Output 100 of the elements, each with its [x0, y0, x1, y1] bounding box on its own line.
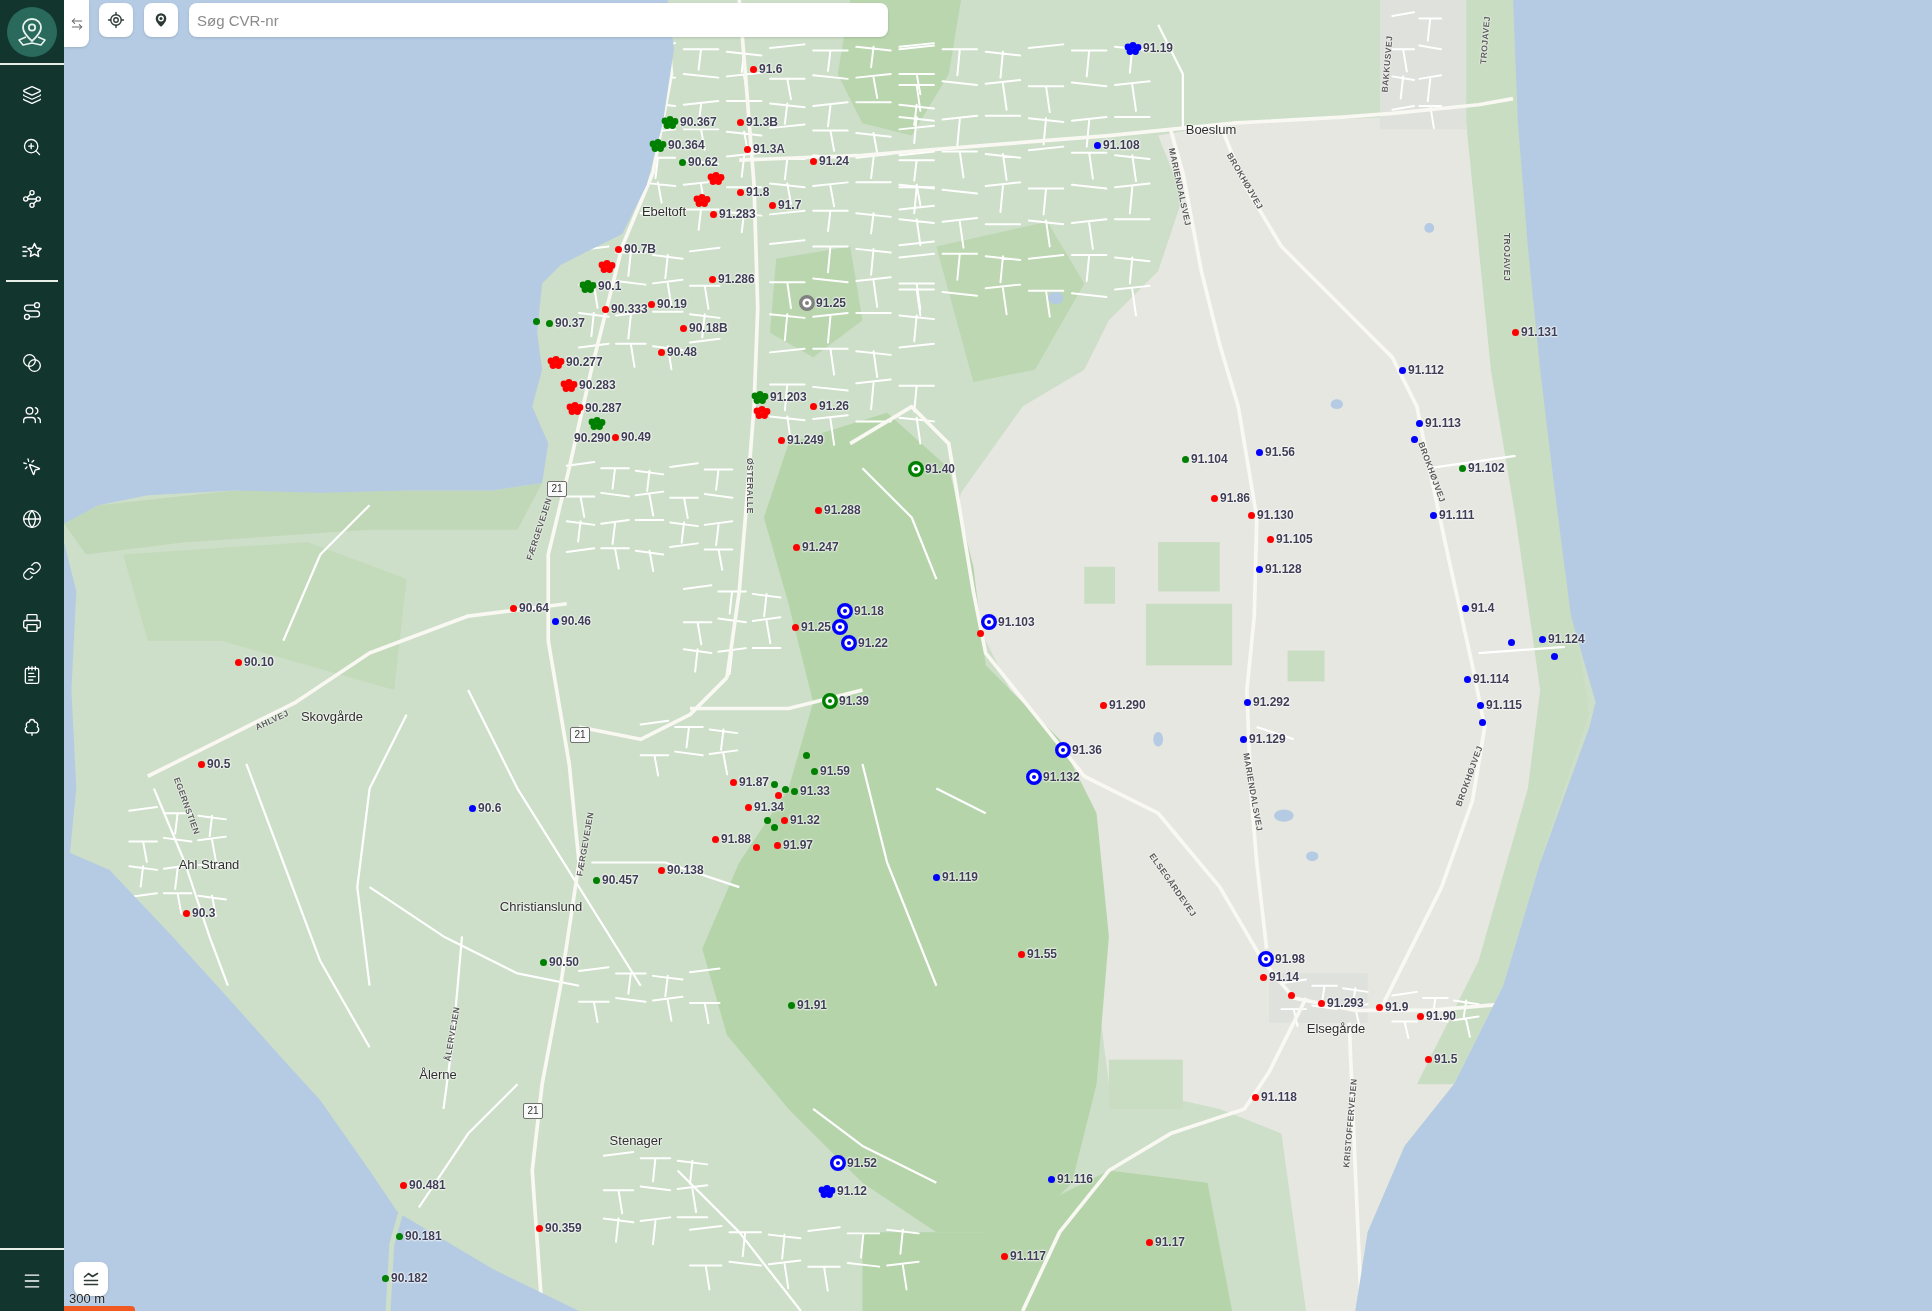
map-dot-icon[interactable] [1145, 1238, 1153, 1246]
map-dot-icon[interactable] [780, 816, 788, 824]
map-dot-icon[interactable] [770, 780, 778, 788]
map-dot-icon[interactable] [545, 319, 553, 327]
map-dot-icon[interactable] [1398, 366, 1406, 374]
map-dot-icon[interactable] [657, 866, 665, 874]
map-dot-icon[interactable] [539, 958, 547, 966]
map-dot-icon[interactable] [1415, 419, 1423, 427]
dot-cluster-icon[interactable] [693, 193, 711, 207]
map-dot-icon[interactable] [1099, 701, 1107, 709]
dot-cluster-icon[interactable] [707, 171, 725, 185]
dot-cluster-icon[interactable] [1124, 41, 1142, 55]
panel-toggle-button[interactable] [64, 0, 89, 47]
map-dot-icon[interactable] [1424, 1055, 1432, 1063]
map-dot-icon[interactable] [1251, 1093, 1259, 1101]
map-dot-icon[interactable] [1259, 973, 1267, 981]
dot-cluster-icon[interactable] [753, 405, 771, 419]
map-dot-icon[interactable] [752, 843, 760, 851]
map-dot-icon[interactable] [743, 145, 751, 153]
map-dot-icon[interactable] [763, 816, 771, 824]
map-dot-icon[interactable] [509, 604, 517, 612]
map-dot-icon[interactable] [711, 835, 719, 843]
map-dot-icon[interactable] [774, 791, 782, 799]
map-dot-icon[interactable] [814, 506, 822, 514]
dot-cluster-icon[interactable] [818, 1184, 836, 1198]
map-dot-icon[interactable] [802, 751, 810, 759]
map-dot-icon[interactable] [679, 324, 687, 332]
map-dot-icon[interactable] [729, 778, 737, 786]
map-dot-icon[interactable] [395, 1232, 403, 1240]
map-dot-icon[interactable] [781, 785, 789, 793]
map-dot-icon[interactable] [197, 760, 205, 768]
map-dot-icon[interactable] [787, 1001, 795, 1009]
ring-marker-icon[interactable] [1055, 742, 1071, 758]
map-dot-icon[interactable] [1287, 991, 1295, 999]
ring-marker-icon[interactable] [822, 693, 838, 709]
map-dot-icon[interactable] [744, 803, 752, 811]
map-dot-icon[interactable] [749, 65, 757, 73]
map-dot-icon[interactable] [1255, 448, 1263, 456]
dot-cluster-icon[interactable] [661, 115, 679, 129]
ring-marker-icon[interactable] [832, 619, 848, 635]
dot-cluster-icon[interactable] [598, 259, 616, 273]
dot-cluster-icon[interactable] [547, 355, 565, 369]
map-dot-icon[interactable] [768, 201, 776, 209]
map-dot-icon[interactable] [709, 210, 717, 218]
dot-cluster-icon[interactable] [579, 279, 597, 293]
map-dot-icon[interactable] [551, 617, 559, 625]
map-dot-icon[interactable] [1255, 565, 1263, 573]
map-dot-icon[interactable] [657, 348, 665, 356]
map-dot-icon[interactable] [809, 157, 817, 165]
map-dot-icon[interactable] [182, 909, 190, 917]
map-dot-icon[interactable] [1550, 652, 1558, 660]
ring-marker-icon[interactable] [830, 1155, 846, 1171]
map-dot-icon[interactable] [1416, 1012, 1424, 1020]
map-dot-icon[interactable] [791, 623, 799, 631]
map-dot-icon[interactable] [532, 317, 540, 325]
map-dot-icon[interactable] [1266, 535, 1274, 543]
map-dot-icon[interactable] [1181, 455, 1189, 463]
map-dot-icon[interactable] [809, 402, 817, 410]
ring-marker-icon[interactable] [981, 614, 997, 630]
map-dot-icon[interactable] [1375, 1003, 1383, 1011]
map-dot-icon[interactable] [1093, 141, 1101, 149]
map-dot-icon[interactable] [1429, 511, 1437, 519]
map-dot-icon[interactable] [1239, 735, 1247, 743]
dot-cluster-icon[interactable] [566, 401, 584, 415]
map-dot-icon[interactable] [468, 804, 476, 812]
dot-cluster-icon[interactable] [751, 390, 769, 404]
locate-button[interactable] [99, 3, 133, 37]
ring-marker-icon[interactable] [799, 295, 815, 311]
map-dot-icon[interactable] [773, 841, 781, 849]
map-pin-logo-icon[interactable] [7, 6, 57, 57]
map-dot-icon[interactable] [1511, 328, 1519, 336]
map-dot-icon[interactable] [1410, 435, 1418, 443]
map-dot-icon[interactable] [1463, 675, 1471, 683]
map-dot-icon[interactable] [399, 1181, 407, 1189]
map-dot-icon[interactable] [601, 305, 609, 313]
map-dot-icon[interactable] [1017, 950, 1025, 958]
dot-cluster-icon[interactable] [560, 378, 578, 392]
ring-marker-icon[interactable] [837, 603, 853, 619]
map-dot-icon[interactable] [736, 188, 744, 196]
map-dot-icon[interactable] [1538, 635, 1546, 643]
map-dot-icon[interactable] [1210, 494, 1218, 502]
map-dot-icon[interactable] [708, 275, 716, 283]
map-dot-icon[interactable] [1461, 604, 1469, 612]
map-dot-icon[interactable] [777, 436, 785, 444]
map-dot-icon[interactable] [1478, 718, 1486, 726]
map-dot-icon[interactable] [1000, 1252, 1008, 1260]
map-pin-button[interactable] [144, 3, 178, 37]
dot-cluster-icon[interactable] [588, 416, 606, 430]
ring-marker-icon[interactable] [908, 461, 924, 477]
map-dot-icon[interactable] [592, 876, 600, 884]
legend-button[interactable] [74, 1262, 108, 1296]
map-dot-icon[interactable] [1317, 999, 1325, 1007]
map-dot-icon[interactable] [790, 787, 798, 795]
ring-marker-icon[interactable] [841, 635, 857, 651]
map-dot-icon[interactable] [792, 543, 800, 551]
ring-marker-icon[interactable] [1026, 769, 1042, 785]
map-dot-icon[interactable] [381, 1274, 389, 1282]
map-dot-icon[interactable] [234, 658, 242, 666]
map-dot-icon[interactable] [614, 245, 622, 253]
map-dot-icon[interactable] [1476, 701, 1484, 709]
